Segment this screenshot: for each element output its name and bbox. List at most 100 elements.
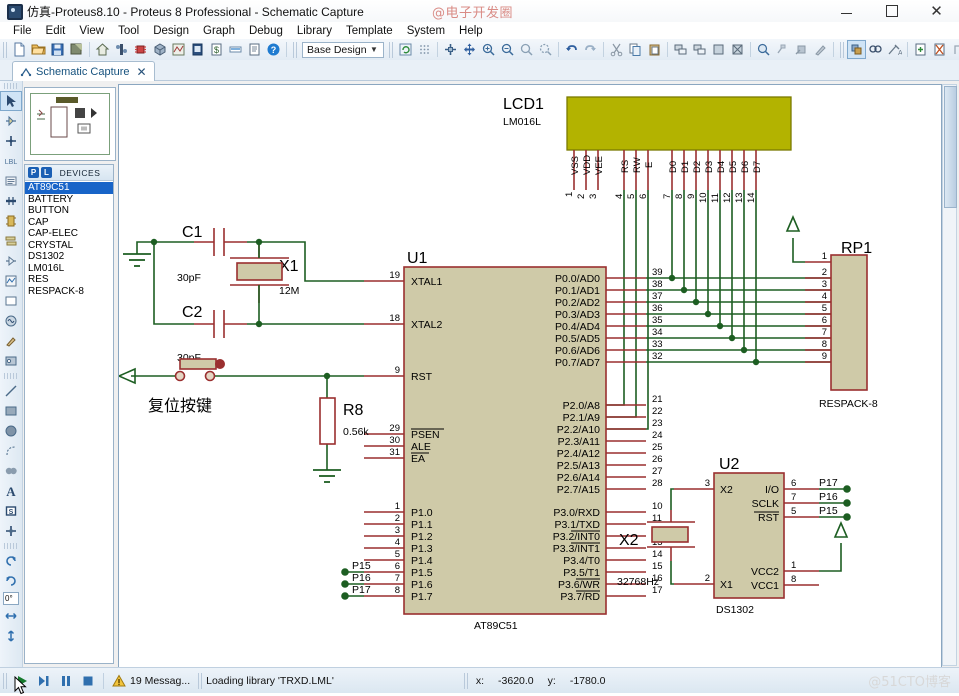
path-tool-icon[interactable] — [0, 461, 22, 481]
schematic-canvas[interactable]: .bd{fill:#cfcaa8;stroke:#9a2f2f;stroke-w… — [118, 84, 942, 668]
new-file-icon[interactable] — [10, 40, 29, 59]
open-file-icon[interactable] — [29, 40, 48, 59]
rotate-anticlockwise-icon[interactable] — [0, 571, 22, 591]
marker-tool-icon[interactable] — [0, 521, 22, 541]
undo-icon[interactable] — [562, 40, 581, 59]
generator-mode-icon[interactable] — [0, 311, 22, 331]
simulation-graph-icon[interactable] — [169, 40, 188, 59]
bill-of-materials-icon[interactable]: $ — [207, 40, 226, 59]
list-item[interactable]: RES — [25, 274, 113, 286]
bus-mode-icon[interactable] — [0, 191, 22, 211]
pcb-layout-icon[interactable] — [131, 40, 150, 59]
voltage-probe-mode-icon[interactable] — [0, 331, 22, 351]
find-component-icon[interactable] — [866, 40, 885, 59]
menu-view[interactable]: View — [72, 24, 111, 38]
zoom-in-icon[interactable] — [479, 40, 498, 59]
refresh-icon[interactable] — [396, 40, 415, 59]
symbol-tool-icon[interactable]: S — [0, 501, 22, 521]
pan-icon[interactable] — [460, 40, 479, 59]
block-delete-icon[interactable] — [728, 40, 747, 59]
list-item[interactable]: BUTTON — [25, 205, 113, 217]
list-item[interactable]: CRYSTAL — [25, 240, 113, 252]
selection-mode-icon[interactable] — [0, 91, 22, 111]
save-as-icon[interactable] — [67, 40, 86, 59]
wire-label-mode-icon[interactable]: LBL — [0, 151, 22, 171]
draw-toolbar-grip[interactable] — [4, 373, 18, 379]
canvas-vertical-scrollbar[interactable] — [942, 84, 957, 666]
component-mode-icon[interactable] — [0, 111, 22, 131]
menu-library[interactable]: Library — [290, 24, 339, 38]
menu-graph[interactable]: Graph — [196, 24, 242, 38]
wire-autorouter-icon[interactable]: A — [885, 40, 904, 59]
list-item[interactable]: LM016L — [25, 263, 113, 275]
remove-sheet-icon[interactable] — [930, 40, 949, 59]
device-pin-mode-icon[interactable] — [0, 251, 22, 271]
home-icon[interactable] — [93, 40, 112, 59]
decompose-icon[interactable] — [811, 40, 830, 59]
project-clock-icon[interactable] — [112, 40, 131, 59]
new-sheet-icon[interactable] — [911, 40, 930, 59]
pause-simulation-button[interactable] — [55, 671, 77, 691]
list-item[interactable]: CAP-ELEC — [25, 228, 113, 240]
library-badge[interactable]: L — [41, 167, 52, 178]
rotate-clockwise-icon[interactable] — [0, 551, 22, 571]
list-item[interactable]: CAP — [25, 217, 113, 229]
mode-toolbar-grip[interactable] — [4, 83, 18, 89]
arc-tool-icon[interactable] — [0, 441, 22, 461]
subcircuit-mode-icon[interactable] — [0, 211, 22, 231]
play-simulation-button[interactable] — [11, 671, 33, 691]
virtual-instrument-mode-icon[interactable] — [0, 351, 22, 371]
rotation-value-input[interactable]: 0° — [3, 592, 19, 605]
block-rotate-icon[interactable] — [709, 40, 728, 59]
menu-tool[interactable]: Tool — [111, 24, 146, 38]
menu-template[interactable]: Template — [339, 24, 400, 38]
cut-icon[interactable] — [607, 40, 626, 59]
orient-toolbar-grip[interactable] — [4, 543, 18, 549]
pick-devices-badge[interactable]: P — [28, 167, 39, 178]
text-script-mode-icon[interactable] — [0, 171, 22, 191]
copy-icon[interactable] — [626, 40, 645, 59]
block-move-icon[interactable] — [690, 40, 709, 59]
block-copy-icon[interactable] — [671, 40, 690, 59]
zoom-area-icon[interactable] — [517, 40, 536, 59]
warning-icon[interactable] — [108, 671, 130, 691]
minimize-button[interactable] — [824, 0, 869, 22]
toggle-grid-icon[interactable] — [415, 40, 434, 59]
tape-recorder-mode-icon[interactable] — [0, 291, 22, 311]
source-code-icon[interactable] — [188, 40, 207, 59]
terminal-mode-icon[interactable] — [0, 231, 22, 251]
property-assignment-icon[interactable] — [847, 40, 866, 59]
step-simulation-button[interactable] — [33, 671, 55, 691]
design-explorer-icon[interactable] — [245, 40, 264, 59]
zoom-fit-icon[interactable] — [536, 40, 555, 59]
tab-schematic-capture[interactable]: Schematic Capture ✕ — [12, 61, 155, 81]
circle-tool-icon[interactable] — [0, 421, 22, 441]
mirror-horizontal-icon[interactable] — [0, 606, 22, 626]
overview-preview-panel[interactable] — [24, 87, 116, 161]
line-tool-icon[interactable] — [0, 381, 22, 401]
paste-icon[interactable] — [645, 40, 664, 59]
graph-mode-icon[interactable] — [0, 271, 22, 291]
menu-file[interactable]: File — [6, 24, 39, 38]
list-item[interactable]: DS1302 — [25, 251, 113, 263]
sheet-selector[interactable]: Base Design ▼ — [302, 41, 384, 58]
list-item[interactable]: AT89C51 — [25, 182, 113, 194]
list-item[interactable]: RESPACK-8 — [25, 286, 113, 298]
toolbar-grip-4[interactable] — [840, 41, 845, 58]
chevron-down-icon[interactable]: ▼ — [367, 43, 381, 57]
box-tool-icon[interactable] — [0, 401, 22, 421]
toolbar-grip[interactable] — [3, 41, 8, 58]
close-button[interactable]: ✕ — [914, 0, 959, 22]
status-messages[interactable]: 19 Messag... — [130, 675, 190, 687]
help-icon[interactable]: ? — [264, 40, 283, 59]
junction-dot-mode-icon[interactable] — [0, 131, 22, 151]
3d-view-icon[interactable] — [150, 40, 169, 59]
text-tool-icon[interactable]: A — [0, 481, 22, 501]
menu-help[interactable]: Help — [452, 24, 490, 38]
pick-device-icon[interactable] — [754, 40, 773, 59]
menu-edit[interactable]: Edit — [39, 24, 73, 38]
toolbar-grip-3[interactable] — [389, 41, 394, 58]
save-file-icon[interactable] — [48, 40, 67, 59]
bom-report-icon[interactable] — [226, 40, 245, 59]
make-device-icon[interactable] — [773, 40, 792, 59]
